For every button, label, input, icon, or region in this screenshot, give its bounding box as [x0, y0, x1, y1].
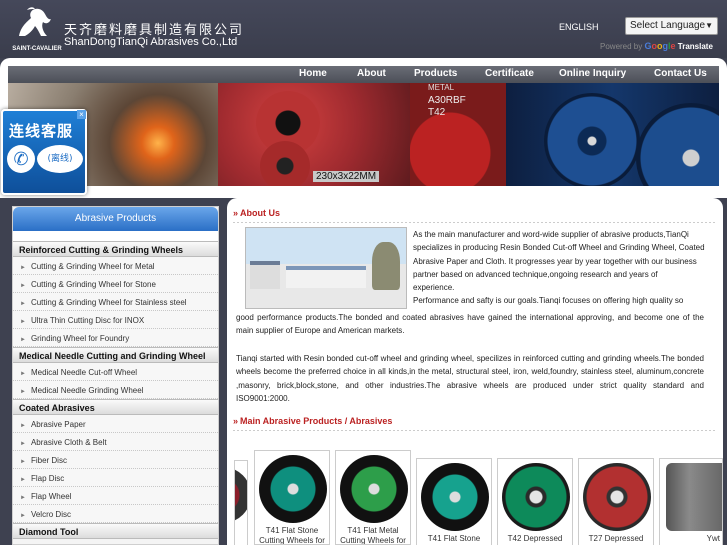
product-card[interactable]: T27 Depressed [578, 458, 654, 545]
nav-online-inquiry[interactable]: Online Inquiry [559, 68, 626, 79]
about-title: » About Us [233, 208, 281, 218]
product-card[interactable]: T41 Flat Metal Cutting Wheels for [335, 450, 411, 545]
product-caption: T42 Depressed [507, 534, 563, 543]
sidebar-item[interactable]: ► Flap Disc [13, 469, 218, 487]
sidebar-item[interactable]: ► Cutting & Grinding Wheel for Metal [13, 257, 218, 275]
arrow-right-icon: ► [20, 477, 26, 483]
chevron-down-icon: ▼ [705, 21, 713, 30]
about-paragraph-1: As the main manufacturer and word-wide s… [413, 230, 705, 306]
arrow-right-icon: ► [20, 495, 26, 501]
product-caption: T27 Depressed [588, 534, 644, 543]
sidebar-item[interactable]: ► Flap Wheel [13, 487, 218, 505]
logo[interactable]: SAINT-CAVALIER [8, 6, 62, 54]
factory-photo [245, 227, 407, 309]
product-card[interactable]: T42 Depressed [497, 458, 573, 545]
sidebar-category[interactable]: Medical Needle Cutting and Grinding Whee… [13, 347, 218, 363]
hero-banner: METAL A30RBF T42 230x3x22MM [8, 83, 719, 186]
sidebar-category[interactable]: Reinforced Cutting & Grinding Wheels [13, 241, 218, 257]
arrow-right-icon: ► [20, 283, 26, 289]
arrow-right-icon: ► [20, 319, 26, 325]
nav-about[interactable]: About [357, 68, 386, 79]
sidebar-item[interactable]: ► Cutting & Grinding Wheel for Stainless … [13, 293, 218, 311]
cutting-wheel-image [259, 455, 327, 523]
banner-disc-label-2: T42 [428, 107, 446, 118]
products-sidebar: Abrasive Products Reinforced Cutting & G… [12, 206, 219, 545]
product-card[interactable]: T41 Flat Stone Cutting Wheels for [254, 450, 330, 545]
sidebar-item[interactable]: ► Velcro Disc [13, 505, 218, 523]
product-caption: T41 Flat Stone Cutting Wheels for [259, 526, 325, 545]
sidebar-category[interactable]: Diamond Tool [13, 523, 218, 539]
site-header: SAINT-CAVALIER 天齐磨料磨具制造有限公司 ShanDongTian… [0, 0, 727, 58]
language-select-label: Select Language [630, 20, 706, 31]
powered-by-label: Powered by [600, 42, 643, 51]
sidebar-item[interactable]: ► Grinding Wheel for Foundry [13, 329, 218, 347]
arrow-right-icon: ► [20, 513, 26, 519]
banner-blue-disc-photo [506, 83, 719, 186]
product-card[interactable] [234, 460, 248, 545]
product-caption: Ywt [706, 534, 720, 543]
arrow-right-icon: ► [20, 423, 26, 429]
sidebar-title: Abrasive Products [13, 207, 218, 231]
abrasive-roll-image [666, 463, 722, 531]
main-content: » About Us As the main manufacturer and w… [227, 198, 723, 545]
sidebar-item[interactable]: ► Medical Needle Cut-off Wheel [13, 363, 218, 381]
logo-text: SAINT-CAVALIER [12, 46, 62, 52]
google-translate-credit[interactable]: Powered by Google Translate [600, 41, 713, 51]
chat-status: (离线) [37, 145, 83, 173]
phone-icon: ✆ [7, 145, 35, 173]
arrow-right-icon: ► [20, 441, 26, 447]
arrow-right-icon: ► [20, 301, 26, 307]
arrow-right-icon: ► [20, 459, 26, 465]
nav-contact-us[interactable]: Contact Us [654, 68, 707, 79]
product-card[interactable]: Ywt [659, 458, 723, 545]
horse-logo-icon [19, 7, 51, 36]
arrow-right-icon: ► [20, 337, 26, 343]
sidebar-item[interactable]: ► Abrasive Cloth & Belt [13, 433, 218, 451]
chat-widget-title: 连线客服 [9, 122, 74, 140]
product-caption: T41 Flat Stone [427, 534, 481, 543]
translate-label: Translate [677, 42, 713, 51]
sidebar-item[interactable]: ► Ultra Thin Cutting Disc for INOX [13, 311, 218, 329]
arrow-right-icon: ► [20, 371, 26, 377]
sidebar-item[interactable]: ► Medical Needle Grinding Wheel [13, 381, 218, 399]
main-nav: Home About Products Certificate Online I… [8, 66, 719, 83]
arrow-right-icon: ► [20, 265, 26, 271]
about-paragraph-2: Tianqi started with Resin bonded cut-off… [236, 354, 704, 403]
sidebar-category[interactable]: Coated Abrasives [13, 399, 218, 415]
cutting-wheel-image [340, 455, 408, 523]
sidebar-item[interactable]: ► Abrasive Paper [13, 415, 218, 433]
product-strip: T41 Flat Stone Cutting Wheels for T41 Fl… [234, 450, 723, 545]
product-caption: T41 Flat Metal Cutting Wheels for [340, 526, 406, 545]
cutting-wheel-image [421, 463, 489, 531]
banner-disc-label-1: A30RBF [428, 95, 466, 106]
nav-products[interactable]: Products [414, 68, 457, 79]
product-card[interactable]: T41 Flat Stone [416, 458, 492, 545]
sidebar-item[interactable]: ► Fiber Disc [13, 451, 218, 469]
main-products-title: » Main Abrasive Products / Abrasives [233, 416, 393, 426]
nav-home[interactable]: Home [299, 68, 327, 79]
close-icon[interactable]: × [77, 110, 86, 119]
depressed-wheel-image [583, 463, 651, 531]
nav-certificate[interactable]: Certificate [485, 68, 534, 79]
language-select[interactable]: Select Language ▼ [625, 17, 718, 35]
online-service-widget[interactable]: 连线客服 ✆ (离线) × [1, 109, 87, 195]
depressed-wheel-image [502, 463, 570, 531]
arrow-right-icon: ► [20, 389, 26, 395]
banner-disc-label-top: METAL [428, 83, 455, 92]
company-name-en: ShanDongTianQi Abrasives Co.,Ltd [64, 36, 238, 48]
language-english-link[interactable]: ENGLISH [559, 22, 599, 32]
banner-disc-size: 230x3x22MM [313, 171, 380, 182]
about-paragraph-1-tail: good performance products.The bonded and… [236, 313, 704, 336]
sidebar-item[interactable]: ► Cutting & Grinding Wheel for Stone [13, 275, 218, 293]
